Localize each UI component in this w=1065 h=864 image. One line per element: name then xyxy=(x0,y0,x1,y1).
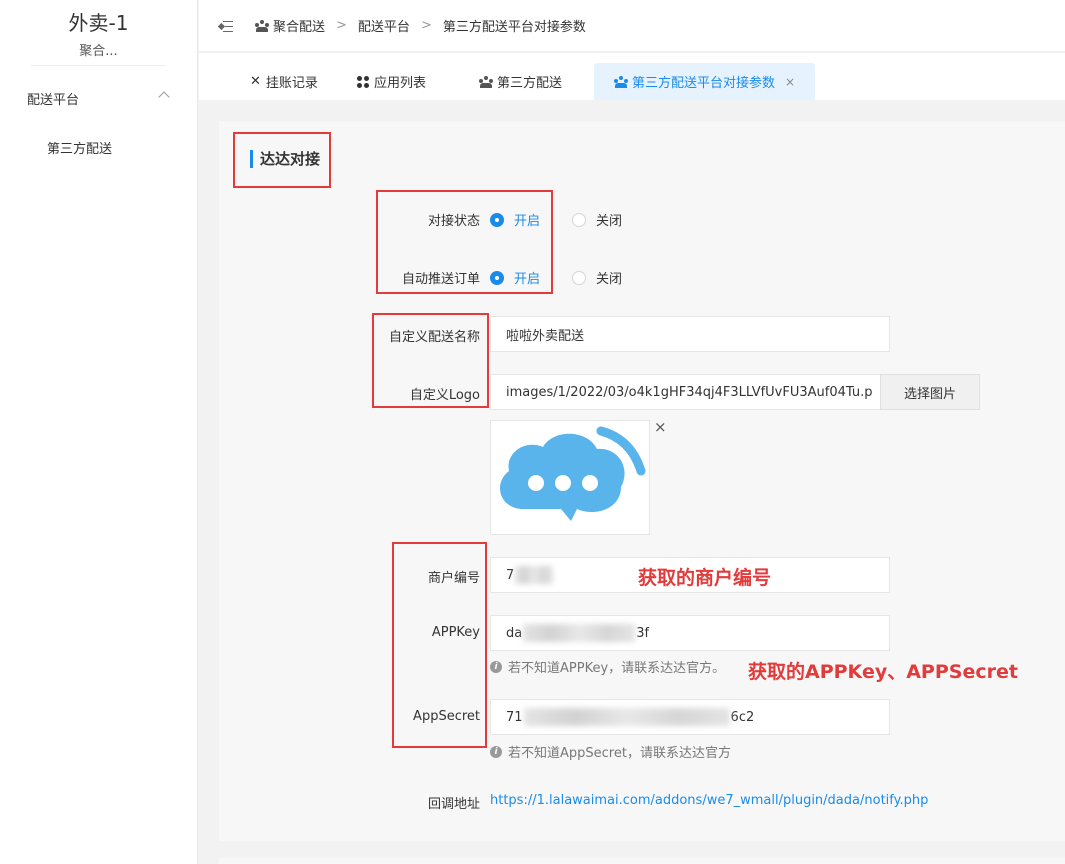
content-card-next xyxy=(219,858,1065,864)
app-title: 外卖-1 xyxy=(68,11,129,35)
info-icon: i xyxy=(490,660,502,673)
sidebar-group-label: 配送平台 xyxy=(27,92,80,108)
appsecret-hint: i 若不知道AppSecret，请联系达达官方 xyxy=(490,742,731,761)
merchant-id-visible: 7 xyxy=(506,567,515,583)
annotation-merchant-text: 获取的商户编号 xyxy=(638,567,772,589)
tab-label: 第三方配送平台对接参数 xyxy=(632,76,776,91)
breadcrumb-separator: > xyxy=(336,18,347,33)
radio-unchecked-icon xyxy=(572,270,586,285)
annotation-box-section-title xyxy=(233,132,331,188)
radio-unchecked-icon xyxy=(572,212,586,227)
hint-text: 若不知道AppSecret，请联系达达官方 xyxy=(508,746,731,761)
info-icon: i xyxy=(490,745,502,758)
top-bar: 聚合配送 > 配送平台 > 第三方配送平台对接参数 xyxy=(199,0,1065,52)
sidebar-group-delivery-platform[interactable]: 配送平台 xyxy=(0,86,198,110)
tab-app-list[interactable]: 应用列表 xyxy=(357,63,426,100)
tab-label: 挂账记录 xyxy=(265,76,318,91)
appkey-hint: i 若不知道APPKey，请联系达达官方。 xyxy=(490,657,725,676)
logo-path-input[interactable]: images/1/2022/03/o4k1gHF34qj4F3LLVfUvFU3… xyxy=(490,374,881,410)
collapse-menu-icon[interactable] xyxy=(217,20,233,32)
close-icon[interactable]: × xyxy=(785,75,795,89)
people-icon xyxy=(614,75,628,88)
appsecret-visible-suffix: 6c2 xyxy=(730,709,755,725)
appkey-visible-prefix: da xyxy=(506,625,523,641)
tab-account-records[interactable]: ✕ 挂账记录 xyxy=(250,63,318,100)
radio-label: 关闭 xyxy=(596,214,623,229)
breadcrumb-item[interactable]: 配送平台 xyxy=(358,16,410,35)
delivery-name-input[interactable]: 啦啦外卖配送 xyxy=(490,316,890,352)
breadcrumb-item-current: 第三方配送平台对接参数 xyxy=(442,20,586,35)
choose-image-button[interactable]: 选择图片 xyxy=(880,374,980,410)
appkey-input[interactable]: da 3f xyxy=(490,615,890,651)
people-icon xyxy=(255,19,269,32)
breadcrumb-separator: > xyxy=(420,18,432,33)
app-subtitle: 聚合... xyxy=(79,44,118,59)
chat-cloud-logo-icon xyxy=(499,426,646,521)
breadcrumb-item[interactable]: 聚合配送 xyxy=(273,16,325,35)
redacted-blur xyxy=(515,566,554,584)
tab-label: 应用列表 xyxy=(374,76,427,91)
radio-label: 关闭 xyxy=(596,272,623,287)
sidebar-item-third-party-delivery[interactable]: 第三方配送 xyxy=(47,138,112,157)
tab-bar: ✕ 挂账记录 应用列表 第三方配送 第三方配送平台对接参数 × xyxy=(199,53,1065,100)
tools-icon: ✕ xyxy=(250,74,261,89)
annotation-box-credentials xyxy=(392,542,487,748)
callback-url-link[interactable]: https://1.lalawaimai.com/addons/we7_wmal… xyxy=(490,793,928,808)
remove-image-icon[interactable]: × xyxy=(654,418,667,436)
auto-push-radio-off[interactable]: 关闭 xyxy=(572,268,622,287)
grid-icon xyxy=(357,75,369,88)
tab-label: 第三方配送 xyxy=(497,76,563,91)
logo-thumbnail xyxy=(490,420,650,535)
sidebar: 外卖-1 聚合... 配送平台 第三方配送 xyxy=(0,0,198,864)
annotation-box-name-logo xyxy=(372,313,489,408)
redacted-blur xyxy=(523,708,730,726)
annotation-keys-text: 获取的APPKey、APPSecret xyxy=(748,661,1018,683)
breadcrumb: 聚合配送 > 配送平台 > 第三方配送平台对接参数 xyxy=(255,16,586,35)
appsecret-input[interactable]: 71 6c2 xyxy=(490,699,890,735)
tab-third-party-delivery[interactable]: 第三方配送 xyxy=(479,63,562,100)
appsecret-visible-prefix: 71 xyxy=(506,709,523,725)
callback-label: 回调地址 xyxy=(427,797,480,812)
hint-text: 若不知道APPKey，请联系达达官方。 xyxy=(508,661,726,676)
tab-third-party-params[interactable]: 第三方配送平台对接参数 × xyxy=(594,63,816,100)
annotation-box-switches xyxy=(376,190,553,294)
brand-divider xyxy=(31,65,166,66)
status-radio-off[interactable]: 关闭 xyxy=(572,210,622,229)
appkey-visible-suffix: 3f xyxy=(636,625,650,641)
redacted-blur xyxy=(523,624,636,642)
people-icon xyxy=(479,75,493,88)
brand: 外卖-1 聚合... xyxy=(0,0,197,66)
chevron-up-icon xyxy=(158,91,170,103)
